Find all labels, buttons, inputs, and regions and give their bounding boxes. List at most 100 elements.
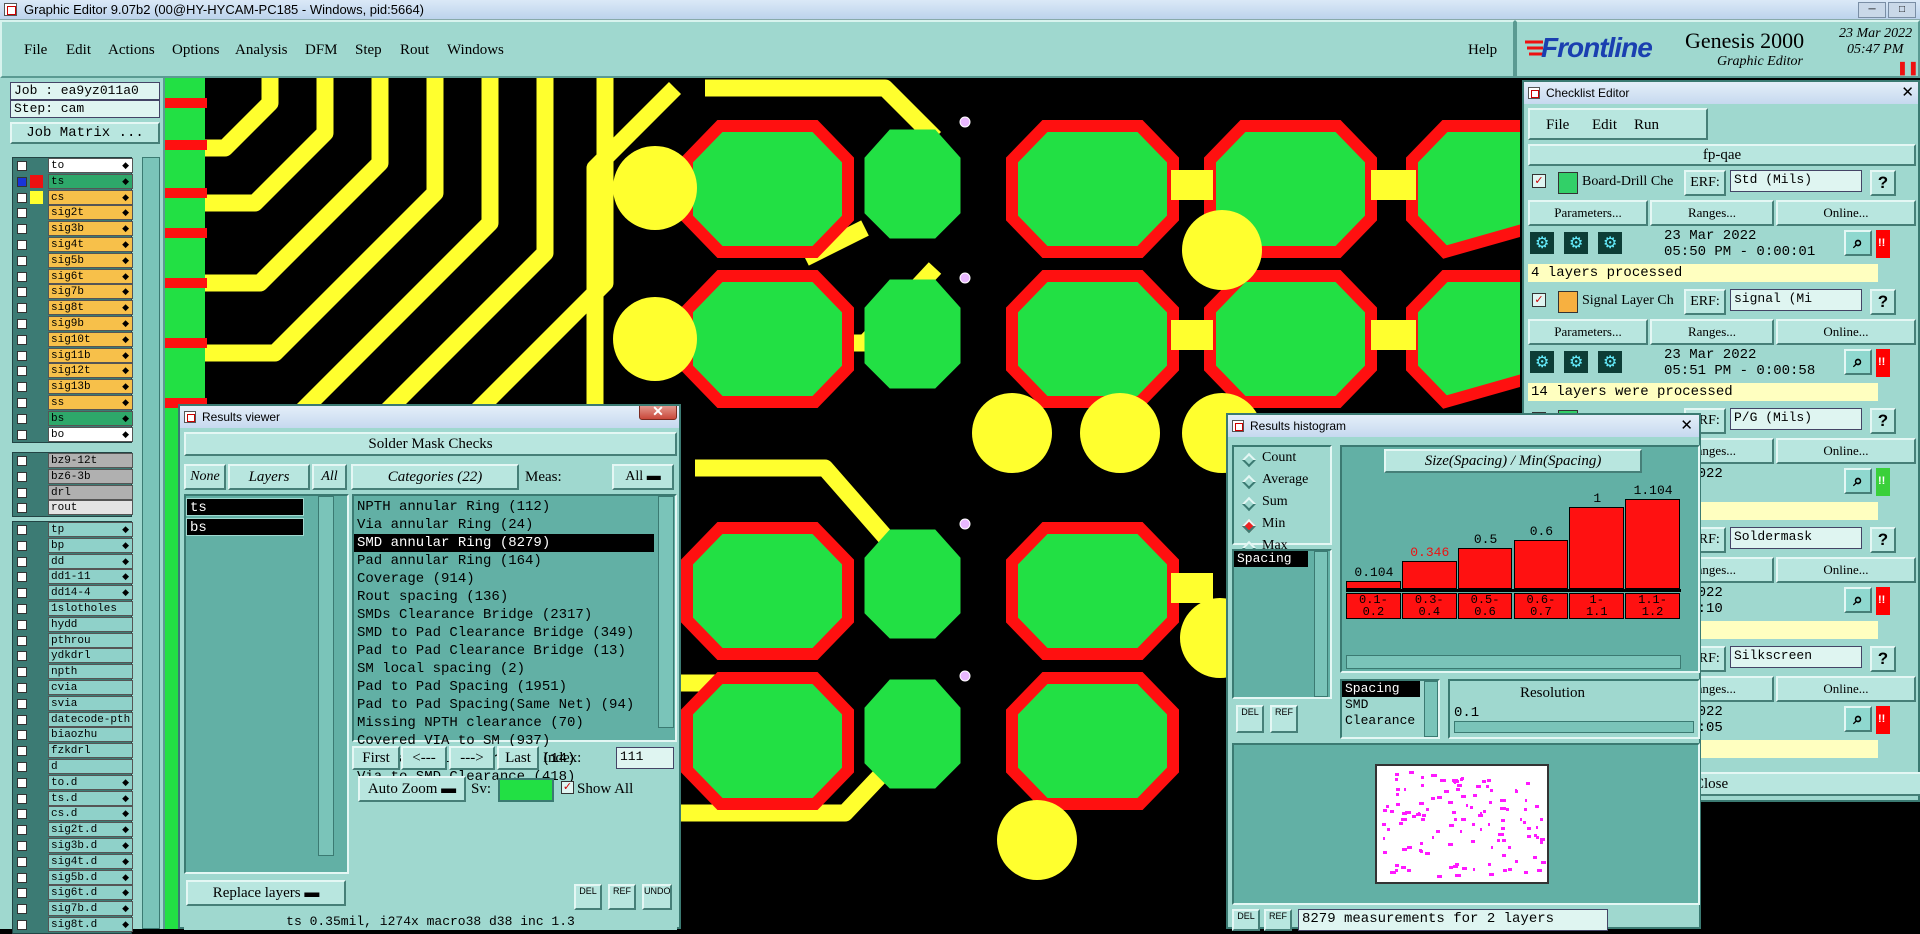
layer-checkbox[interactable] — [17, 397, 27, 408]
histogram-bar[interactable] — [1346, 580, 1401, 589]
layer-row[interactable]: hydd — [13, 616, 133, 633]
histogram-bar[interactable] — [1457, 548, 1513, 589]
layer-checkbox[interactable] — [17, 318, 27, 329]
menu-options[interactable]: Options — [172, 42, 220, 59]
layer-checkbox[interactable] — [17, 588, 27, 599]
layer-color-swatch[interactable] — [30, 486, 43, 499]
layer-checkbox[interactable] — [17, 840, 27, 851]
menu-rout[interactable]: Rout — [400, 42, 429, 59]
layer-checkbox[interactable] — [17, 161, 27, 171]
category-item[interactable]: NPTH annular Ring (112) — [354, 498, 654, 516]
category-item[interactable]: Pad to Pad Spacing(Same Net) (94) — [354, 696, 654, 714]
menu-step[interactable]: Step — [355, 42, 382, 59]
layer-checkbox[interactable] — [17, 255, 27, 266]
board-preview[interactable] — [1232, 743, 1700, 905]
menu-edit[interactable]: Edit — [66, 42, 91, 59]
layer-checkbox[interactable] — [17, 904, 27, 915]
layer-checkbox[interactable] — [17, 635, 27, 646]
ranges-button[interactable]: Ranges... — [1650, 319, 1774, 345]
zoom-results-icon[interactable]: ⌕ — [1844, 706, 1872, 732]
del-button[interactable]: DEL — [574, 884, 602, 910]
layer-row[interactable]: cvia — [13, 679, 133, 696]
layer-row[interactable]: sig8t.d ◆ — [13, 916, 133, 933]
layer-checkbox[interactable] — [17, 224, 27, 235]
layer-row[interactable]: sig12t ◆ — [13, 363, 133, 379]
layer-row[interactable]: bs ◆ — [13, 410, 133, 427]
parameters-button[interactable]: Parameters... — [1528, 200, 1648, 226]
layer-row[interactable]: rout — [13, 500, 133, 516]
checklist-menu-edit[interactable]: Edit — [1592, 117, 1617, 134]
online-button[interactable]: Online... — [1776, 676, 1916, 702]
histogram-bar[interactable] — [1401, 560, 1457, 589]
parameters-button[interactable]: Parameters... — [1528, 319, 1648, 345]
category-item[interactable]: Missing NPTH clearance (70) — [354, 714, 654, 732]
layer-color-swatch[interactable] — [30, 238, 43, 251]
layer-row[interactable]: sig2t ◆ — [13, 205, 133, 221]
layer-checkbox[interactable] — [17, 271, 27, 282]
layer-color-swatch[interactable] — [30, 222, 43, 235]
sv-color-dropdown[interactable] — [498, 778, 554, 802]
run-icon[interactable] — [1528, 230, 1556, 256]
meas-dropdown[interactable]: All ▬ — [612, 464, 674, 490]
layer-row[interactable]: sig6t.d ◆ — [13, 885, 133, 901]
layer-color-swatch[interactable] — [30, 760, 43, 773]
layer-row[interactable]: dd14-4 ◆ — [13, 585, 133, 601]
layer-row[interactable]: bp ◆ — [13, 537, 133, 554]
layer-row[interactable]: ts ◆ — [13, 173, 133, 190]
online-button[interactable]: Online... — [1776, 200, 1916, 226]
measure-list-vscroll[interactable] — [1424, 681, 1438, 737]
histogram-bar[interactable] — [1569, 507, 1625, 589]
erf-field[interactable]: signal (Mi — [1730, 289, 1862, 311]
measure-item[interactable]: Clearance — [1342, 713, 1420, 729]
layer-checkbox[interactable] — [17, 667, 27, 678]
prev-button[interactable]: <--- — [401, 746, 447, 770]
layer-color-swatch[interactable] — [30, 776, 43, 789]
measure-item[interactable]: SMD — [1342, 697, 1420, 713]
checklist-menu-file[interactable]: File — [1546, 117, 1569, 134]
run-icon[interactable] — [1528, 349, 1556, 375]
preview-del-button[interactable]: DEL — [1232, 909, 1260, 931]
check-enable-checkbox[interactable]: ✓ — [1532, 293, 1546, 307]
ref-button[interactable]: REF — [608, 884, 636, 910]
layer-row[interactable]: sig6t ◆ — [13, 268, 133, 285]
results-viewer-close-icon[interactable]: ✕ — [639, 406, 677, 420]
none-button[interactable]: None — [184, 464, 226, 490]
erf-help-button[interactable]: ? — [1870, 408, 1896, 434]
layer-color-swatch[interactable] — [30, 902, 43, 915]
layer-row[interactable]: sig9b ◆ — [13, 315, 133, 332]
layer-color-swatch[interactable] — [30, 301, 43, 314]
layer-color-swatch[interactable] — [30, 349, 43, 362]
layer-color-swatch[interactable] — [30, 206, 43, 219]
layer-checkbox[interactable] — [17, 809, 27, 820]
category-item[interactable]: Pad to Pad Clearance Bridge (13) — [354, 642, 654, 660]
category-item[interactable]: Pad to Pad Spacing (1951) — [354, 678, 654, 696]
layer-color-swatch[interactable] — [30, 364, 43, 377]
layer-row[interactable]: npth — [13, 664, 133, 680]
menu-file[interactable]: File — [24, 42, 47, 59]
layer-row[interactable]: sig8t ◆ — [13, 300, 133, 316]
mode-radio[interactable] — [1241, 496, 1257, 512]
layer-row[interactable]: drl — [13, 484, 133, 501]
category-item[interactable]: Coverage (914) — [354, 570, 654, 588]
layer-row[interactable]: bz9-12t — [13, 453, 133, 469]
layer-list-vscroll[interactable] — [318, 496, 334, 856]
layer-checkbox[interactable] — [17, 603, 27, 614]
last-button[interactable]: Last — [497, 746, 539, 770]
layer-row[interactable]: datecode-pth — [13, 711, 133, 728]
layer-row[interactable]: svia — [13, 695, 133, 712]
layer-checkbox[interactable] — [17, 208, 27, 219]
layer-checkbox[interactable] — [17, 192, 27, 203]
layer-row[interactable]: ss ◆ — [13, 394, 133, 411]
erf-help-button[interactable]: ? — [1870, 646, 1896, 672]
online-button[interactable]: Online... — [1776, 438, 1916, 464]
layer-color-swatch[interactable] — [30, 697, 43, 710]
menu-dfm[interactable]: DFM — [305, 42, 338, 59]
undo-button[interactable]: UNDO — [642, 884, 672, 910]
category-item[interactable]: SMDs Clearance Bridge (2317) — [354, 606, 654, 624]
layer-checkbox[interactable] — [17, 730, 27, 741]
categories-button[interactable]: Categories (22) — [351, 464, 519, 490]
category-item[interactable]: Rout spacing (136) — [354, 588, 654, 606]
layer-color-swatch[interactable] — [30, 570, 43, 583]
check-enable-checkbox[interactable]: ✓ — [1532, 174, 1546, 188]
mode-radio[interactable] — [1241, 474, 1257, 490]
